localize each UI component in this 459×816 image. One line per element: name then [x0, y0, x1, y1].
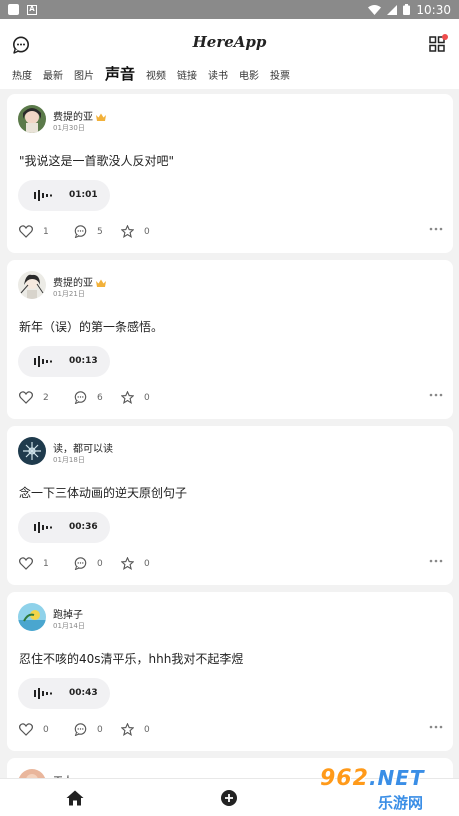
- watermark-suffix: .NET: [368, 766, 425, 790]
- voice-player[interactable]: 00:13: [18, 346, 110, 377]
- post-card[interactable]: 跑掉子 01月14日 忍住不咳的40s清平乐，hhh我对不起李煜 00:43 0…: [7, 592, 453, 751]
- star-icon: [121, 557, 134, 570]
- app-logo: HereApp: [192, 33, 267, 51]
- voice-player[interactable]: 00:43: [18, 678, 110, 709]
- favorite-button[interactable]: 0: [121, 557, 150, 570]
- audio-wave-icon: [34, 522, 52, 533]
- post-actions: 1 0 0: [19, 557, 443, 573]
- star-icon: [121, 723, 134, 736]
- comment-icon: [74, 557, 87, 570]
- post-card[interactable]: 读，都可以读 01月18日 念一下三体动画的逆天原创句子 00:36 1 0 0: [7, 426, 453, 585]
- tab-video[interactable]: 视频: [146, 67, 166, 82]
- post-date: 01月30日: [53, 124, 85, 132]
- comment-button[interactable]: 6: [74, 391, 103, 404]
- favorite-button[interactable]: 0: [121, 225, 150, 238]
- post-text: 念一下三体动画的逆天原创句子: [19, 486, 188, 500]
- notification-dot: [442, 34, 448, 40]
- comment-button[interactable]: 5: [74, 225, 103, 238]
- audio-wave-icon: [34, 356, 52, 367]
- tab-movies[interactable]: 电影: [239, 67, 259, 82]
- notification-icon: [8, 4, 19, 15]
- post-username[interactable]: 跑掉子: [53, 606, 83, 621]
- voice-duration: 00:36: [69, 522, 98, 532]
- favorite-button[interactable]: 0: [121, 391, 150, 404]
- tab-latest[interactable]: 最新: [43, 67, 63, 82]
- heart-icon: [19, 225, 33, 238]
- tab-books[interactable]: 读书: [208, 67, 228, 82]
- tab-audio[interactable]: 声音: [105, 63, 135, 84]
- star-icon: [121, 391, 134, 404]
- comment-icon: [74, 225, 87, 238]
- post-username[interactable]: 费提的亚: [53, 274, 106, 289]
- post-date: 01月18日: [53, 456, 85, 464]
- avatar[interactable]: [18, 105, 46, 133]
- comment-button[interactable]: 0: [74, 557, 103, 570]
- post-text: 忍住不咳的40s清平乐，hhh我对不起李煜: [19, 652, 244, 666]
- watermark-site: 乐游网: [378, 794, 424, 812]
- category-tabs: 热度 最新 图片 声音 视频 链接 读书 电影 投票: [12, 63, 301, 84]
- watermark-brand: 962: [320, 766, 369, 791]
- heart-icon: [19, 391, 33, 404]
- status-bar: A 10:30: [0, 0, 459, 19]
- comment-icon: [74, 723, 87, 736]
- like-button[interactable]: 0: [19, 723, 49, 736]
- crown-icon: [96, 113, 106, 121]
- post-actions: 0 0 0: [19, 723, 443, 739]
- post-actions: 1 5 0: [19, 225, 443, 241]
- like-button[interactable]: 1: [19, 225, 49, 238]
- a-badge-icon: A: [27, 4, 37, 15]
- post-card[interactable]: 费提的亚 01月30日 "我说这是一首歌没人反对吧" 01:01 1 5 0: [7, 94, 453, 253]
- audio-wave-icon: [34, 190, 52, 201]
- heart-icon: [19, 557, 33, 570]
- post-date: 01月21日: [53, 290, 85, 298]
- more-options-icon[interactable]: [429, 725, 443, 729]
- favorite-button[interactable]: 0: [121, 723, 150, 736]
- post-date: 01月14日: [53, 622, 85, 630]
- voice-player[interactable]: 00:36: [18, 512, 110, 543]
- tab-images[interactable]: 图片: [74, 67, 94, 82]
- voice-duration: 00:13: [69, 356, 98, 366]
- tab-links[interactable]: 链接: [177, 67, 197, 82]
- voice-duration: 00:43: [69, 688, 98, 698]
- voice-duration: 01:01: [69, 190, 98, 200]
- add-post-icon[interactable]: [221, 790, 237, 806]
- crown-icon: [96, 279, 106, 287]
- home-icon[interactable]: [66, 790, 84, 806]
- site-watermark: 962.NET 乐游网: [320, 766, 456, 814]
- voice-player[interactable]: 01:01: [18, 180, 110, 211]
- like-button[interactable]: 2: [19, 391, 49, 404]
- more-options-icon[interactable]: [429, 393, 443, 397]
- post-username[interactable]: 费提的亚: [53, 108, 106, 123]
- heart-icon: [19, 723, 33, 736]
- like-button[interactable]: 1: [19, 557, 49, 570]
- tab-polls[interactable]: 投票: [270, 67, 290, 82]
- audio-wave-icon: [34, 688, 52, 699]
- status-time: 10:30: [416, 2, 451, 17]
- comment-button[interactable]: 0: [74, 723, 103, 736]
- avatar[interactable]: [18, 271, 46, 299]
- more-options-icon[interactable]: [429, 227, 443, 231]
- more-options-icon[interactable]: [429, 559, 443, 563]
- post-card[interactable]: 费提的亚 01月21日 新年（误）的第一条感悟。 00:13 2 6 0: [7, 260, 453, 419]
- post-text: 新年（误）的第一条感悟。: [19, 320, 164, 334]
- tab-hot[interactable]: 热度: [12, 67, 32, 82]
- signal-icon: [387, 4, 398, 15]
- post-actions: 2 6 0: [19, 391, 443, 407]
- avatar[interactable]: [18, 603, 46, 631]
- comment-icon: [74, 391, 87, 404]
- wifi-icon: [368, 4, 382, 15]
- star-icon: [121, 225, 134, 238]
- app-header: HereApp 热度 最新 图片 声音 视频 链接 读书 电影 投票: [0, 19, 459, 89]
- avatar[interactable]: [18, 437, 46, 465]
- post-text: "我说这是一首歌没人反对吧": [19, 154, 175, 168]
- post-username[interactable]: 读，都可以读: [53, 440, 113, 455]
- battery-icon: [403, 4, 411, 15]
